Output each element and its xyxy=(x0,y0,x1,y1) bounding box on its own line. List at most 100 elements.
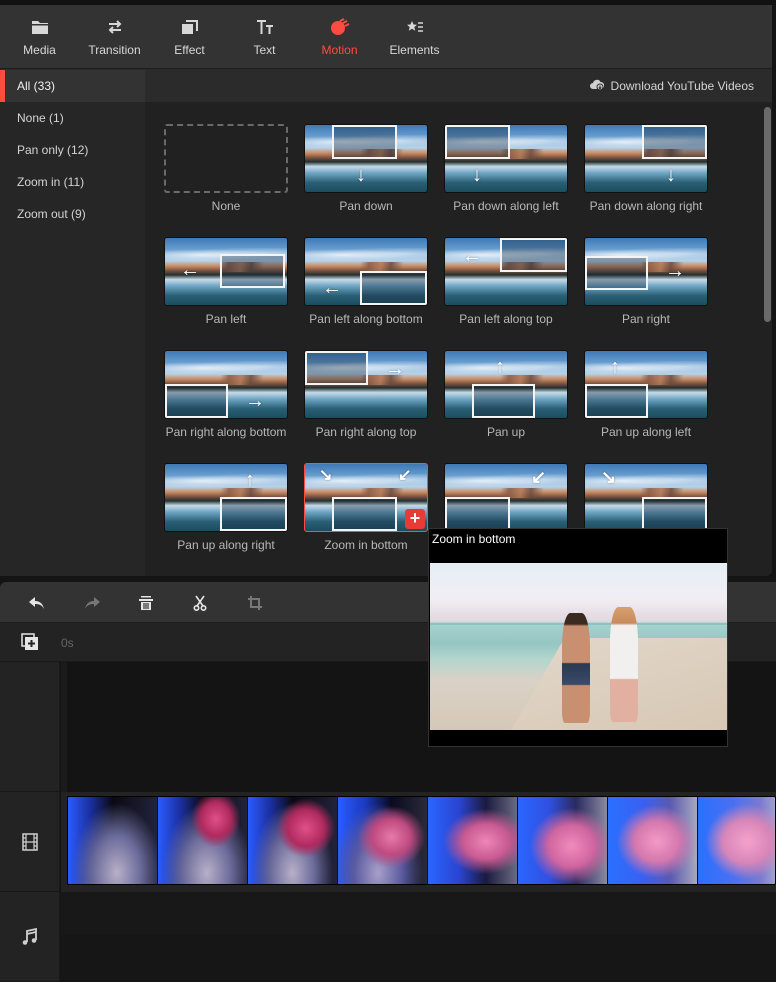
motion-thumbnail xyxy=(164,124,288,193)
clip-frame xyxy=(518,797,608,884)
motion-label: Pan down xyxy=(339,199,393,213)
tab-media[interactable]: Media xyxy=(2,5,77,69)
motion-tile[interactable] xyxy=(145,554,285,576)
woman-figure xyxy=(610,607,638,722)
motion-tile[interactable]: → Pan right xyxy=(565,215,708,326)
preview-title: Zoom in bottom xyxy=(432,532,516,546)
tab-effect[interactable]: Effect xyxy=(152,5,227,69)
layers-icon xyxy=(181,18,199,36)
motion-tile[interactable]: ← Pan left along top xyxy=(425,215,568,326)
add-track-button[interactable] xyxy=(21,633,39,656)
star-list-icon xyxy=(406,18,424,36)
motion-tile[interactable]: ← Pan left along bottom xyxy=(285,215,428,326)
motion-tile[interactable]: ← Pan left xyxy=(145,215,288,326)
content-header: Download YouTube Videos xyxy=(145,70,772,102)
time-start-label: 0s xyxy=(61,636,74,650)
motion-tile[interactable]: ↑ Pan up along left xyxy=(565,328,708,439)
motion-tile[interactable]: ↓ Pan down along right xyxy=(565,102,708,213)
tab-text[interactable]: Text xyxy=(227,5,302,69)
category-zoom-in[interactable]: Zoom in (11) xyxy=(0,166,145,198)
motion-label: Pan up along right xyxy=(177,538,275,552)
pan-frame xyxy=(360,271,427,305)
arrow-right-icon: → xyxy=(385,358,405,380)
motion-thumbnail: ↘ ↙ + xyxy=(304,463,428,532)
library-scrollbar[interactable] xyxy=(764,107,771,322)
text-size-icon xyxy=(256,18,274,36)
download-youtube-button[interactable]: Download YouTube Videos xyxy=(589,79,754,94)
tab-label: Motion xyxy=(321,43,358,57)
motion-tile-selected[interactable]: ↘ ↙ + Zoom in bottom xyxy=(285,441,428,552)
main-toolbar: Media Transition Effect Text Motion Elem… xyxy=(0,5,772,69)
redo-button[interactable] xyxy=(82,593,102,613)
motion-tile[interactable] xyxy=(285,554,425,576)
category-zoom-out[interactable]: Zoom out (9) xyxy=(0,198,145,230)
motion-label: Pan down along right xyxy=(589,199,703,213)
motion-tile[interactable]: None xyxy=(145,102,288,213)
motion-thumbnail: ← xyxy=(444,237,568,306)
delete-button[interactable] xyxy=(136,593,156,613)
motion-tile[interactable]: ↓ Pan down along left xyxy=(425,102,568,213)
motion-label: Pan left xyxy=(205,312,247,326)
pan-frame xyxy=(585,256,648,290)
zoom-frame xyxy=(445,497,510,531)
audio-track[interactable] xyxy=(61,892,776,935)
crop-icon xyxy=(248,596,262,610)
swap-arrows-icon xyxy=(106,18,124,36)
video-track-header xyxy=(0,792,60,892)
redo-icon xyxy=(85,597,100,609)
pan-frame xyxy=(642,125,707,159)
audio-track-header xyxy=(0,892,60,982)
motion-tile[interactable]: → Pan right along bottom xyxy=(145,328,288,439)
motion-thumbnail: ↘ xyxy=(584,463,708,532)
motion-thumbnail: ↙ xyxy=(444,463,568,532)
arrow-down-icon: ↓ xyxy=(356,164,366,186)
arrow-down-right-icon: ↘ xyxy=(601,467,617,487)
zoom-frame xyxy=(332,497,397,531)
man-figure xyxy=(562,613,590,723)
overlay-track-header xyxy=(0,662,60,792)
motion-preview-tooltip: Zoom in bottom xyxy=(428,528,728,747)
motion-thumbnail: ↓ xyxy=(304,124,428,193)
motion-label: Pan left along bottom xyxy=(309,312,423,326)
motion-tile[interactable]: → Pan right along top xyxy=(285,328,428,439)
motion-tile[interactable]: ↓ Pan down xyxy=(285,102,428,213)
arrow-down-right-icon: ↘ xyxy=(319,467,333,484)
motion-tile[interactable]: ↑ Pan up xyxy=(425,328,568,439)
motion-label: Pan right along bottom xyxy=(165,425,287,439)
music-note-icon xyxy=(22,927,37,945)
category-pan-only[interactable]: Pan only (12) xyxy=(0,134,145,166)
clip-frame xyxy=(608,797,698,884)
pan-frame xyxy=(220,497,287,531)
motion-thumbnail: ↑ xyxy=(584,350,708,419)
tab-elements[interactable]: Elements xyxy=(377,5,452,69)
trash-icon xyxy=(139,596,153,610)
cloud-download-icon xyxy=(589,79,604,94)
clip-frame xyxy=(68,797,158,884)
track-headers xyxy=(0,662,60,982)
folder-icon xyxy=(31,18,49,36)
zoom-frame xyxy=(642,497,707,531)
video-clip[interactable] xyxy=(67,796,776,885)
category-none[interactable]: None (1) xyxy=(0,102,145,134)
motion-label: Pan right along top xyxy=(315,425,417,439)
arrow-up-icon: ↑ xyxy=(245,469,255,491)
crop-button[interactable] xyxy=(245,593,265,613)
undo-button[interactable] xyxy=(27,593,47,613)
pan-frame xyxy=(305,351,368,385)
motion-label: Zoom in bottom xyxy=(324,538,408,552)
tab-transition[interactable]: Transition xyxy=(77,5,152,69)
audio-track-lower xyxy=(61,935,776,980)
library-panel: Media Transition Effect Text Motion Elem… xyxy=(0,5,772,576)
motion-thumbnail: ← xyxy=(164,237,288,306)
add-track-icon xyxy=(21,633,38,650)
motion-thumbnail: ← xyxy=(304,237,428,306)
motion-grid: None ↓ Pan down ↓ Pan down along left ↓ … xyxy=(145,102,757,576)
tab-motion[interactable]: Motion xyxy=(302,5,377,69)
category-all[interactable]: All (33) xyxy=(0,70,145,102)
split-button[interactable] xyxy=(190,593,210,613)
pan-frame xyxy=(332,125,397,159)
motion-tile[interactable]: ↑ Pan up along right xyxy=(145,441,288,552)
arrow-left-icon: ← xyxy=(180,259,200,281)
add-to-timeline-button[interactable]: + xyxy=(405,509,425,529)
arrow-up-icon: ↑ xyxy=(610,356,620,378)
